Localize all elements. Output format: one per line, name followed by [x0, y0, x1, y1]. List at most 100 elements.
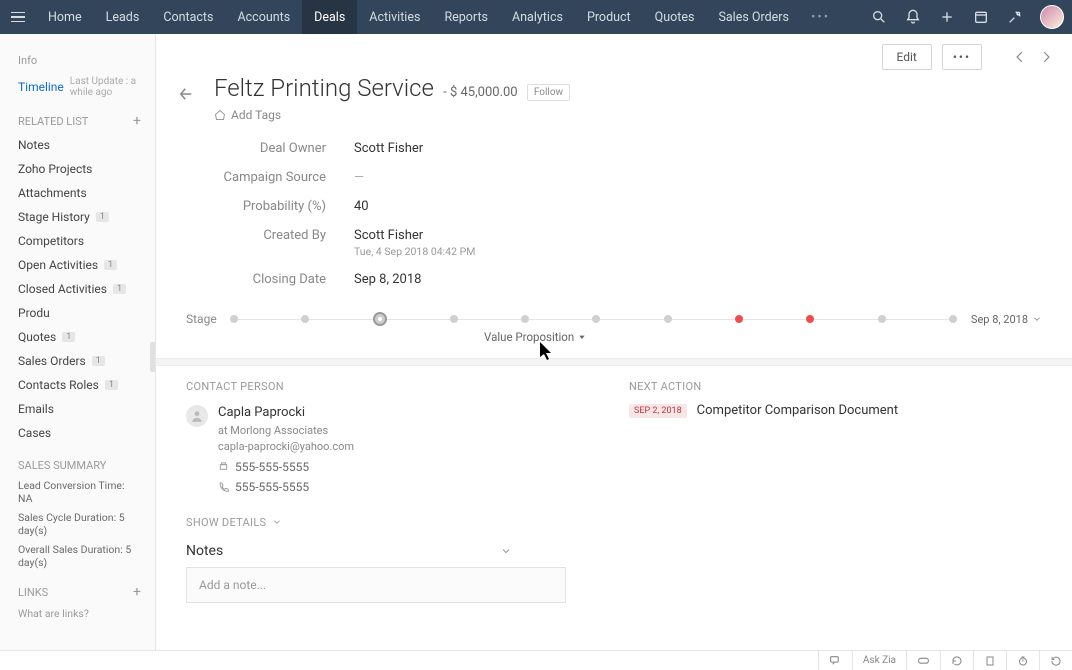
contact-phone-2[interactable]: 555-555-5555 [235, 478, 309, 496]
stage-closing-date[interactable]: Sep 8, 2018 [971, 313, 1042, 326]
avatar[interactable] [1040, 5, 1064, 29]
history-icon[interactable] [1039, 651, 1072, 670]
ask-zia[interactable]: Ask Zia [852, 651, 906, 670]
sidebar-item-attachments[interactable]: Attachments [0, 181, 155, 205]
plus-icon[interactable] [938, 8, 956, 26]
nav-analytics[interactable]: Analytics [500, 0, 575, 34]
back-button[interactable] [172, 80, 200, 108]
edit-button[interactable]: Edit [882, 44, 932, 70]
sidebar-item-notes[interactable]: Notes [0, 133, 155, 157]
stage-track[interactable] [230, 314, 957, 324]
sidebar-item-contacts-roles[interactable]: Contacts Roles1 [0, 373, 155, 397]
stage-dot[interactable] [521, 315, 529, 323]
field-value-deal-owner: Scott Fisher [354, 141, 423, 156]
tag-icon [214, 109, 226, 121]
stage-dot[interactable] [373, 312, 387, 326]
nav-home[interactable]: Home [36, 0, 94, 34]
contact-avatar-icon [186, 405, 208, 427]
sidebar-item-emails[interactable]: Emails [0, 397, 155, 421]
contact-email[interactable]: capla-paprocki@yahoo.com [218, 439, 354, 456]
field-label: Campaign Source [214, 170, 354, 185]
topbar-right [870, 5, 1064, 29]
phone-icon [218, 481, 229, 492]
stage-dot[interactable] [450, 315, 458, 323]
contact-company: at Morlong Associates [218, 423, 354, 440]
sidebar-item-stage-history[interactable]: Stage History1 [0, 205, 155, 229]
nav-deals[interactable]: Deals [302, 0, 357, 34]
clipboard-icon[interactable] [973, 651, 1006, 670]
stage-dot[interactable] [592, 315, 600, 323]
contact-phone-1[interactable]: 555-555-5555 [235, 458, 309, 476]
field-label: Created By [214, 228, 354, 258]
nav-activities[interactable]: Activities [357, 0, 432, 34]
sidebar-resize-handle[interactable] [150, 342, 156, 372]
stage-dot[interactable] [878, 315, 886, 323]
sidebar-item-produ[interactable]: Produ [0, 301, 155, 325]
next-action-title[interactable]: Competitor Comparison Document [697, 403, 898, 418]
calendar-icon[interactable] [972, 8, 990, 26]
stage-dot[interactable] [664, 315, 672, 323]
record-amount: - $ 45,000.00 [443, 85, 518, 100]
chevron-down-icon[interactable] [500, 545, 512, 557]
sidebar-item-quotes[interactable]: Quotes1 [0, 325, 155, 349]
stage-dot[interactable] [301, 315, 309, 323]
chevron-down-icon [1032, 314, 1042, 324]
nav-product[interactable]: Product [575, 0, 643, 34]
tools-icon[interactable] [1006, 8, 1024, 26]
field-value-probability: 40 [354, 199, 369, 214]
topbar: HomeLeadsContactsAccountsDealsActivities… [0, 0, 1072, 34]
prev-record-icon[interactable] [1012, 49, 1028, 65]
field-label: Closing Date [214, 272, 354, 287]
sidebar-item-zoho-projects[interactable]: Zoho Projects [0, 157, 155, 181]
stage-name[interactable]: Value Proposition [484, 326, 1072, 358]
sidebar-item-competitors[interactable]: Competitors [0, 229, 155, 253]
note-input[interactable]: Add a note... [186, 567, 566, 603]
sidebar-item-cases[interactable]: Cases [0, 421, 155, 445]
show-details-toggle[interactable]: SHOW DETAILS [156, 510, 1072, 543]
record-fields: Deal OwnerScott Fisher Campaign Source— … [156, 130, 1072, 304]
add-tags[interactable]: Add Tags [214, 108, 1054, 122]
sidebar-timeline-sub: Last Update : a while ago [70, 76, 137, 98]
contact-name[interactable]: Capla Paprocki [218, 403, 354, 423]
sidebar-item-closed-activities[interactable]: Closed Activities1 [0, 277, 155, 301]
sidebar-item-open-activities[interactable]: Open Activities1 [0, 253, 155, 277]
nav-more[interactable]: ••• [801, 10, 840, 25]
stage-dot[interactable] [806, 315, 814, 323]
follow-button[interactable]: Follow [527, 84, 570, 101]
sidebar: Info Timeline Last Update : a while ago … [0, 34, 156, 650]
contact-head: CONTACT PERSON [186, 380, 599, 393]
clock-icon[interactable] [1006, 651, 1039, 670]
nav-sales-orders[interactable]: Sales Orders [706, 0, 801, 34]
nav-contacts[interactable]: Contacts [151, 0, 225, 34]
bottombar: Ask Zia [0, 650, 1072, 670]
search-icon[interactable] [870, 8, 888, 26]
game-icon[interactable] [906, 651, 940, 670]
nav-leads[interactable]: Leads [94, 0, 152, 34]
field-label: Deal Owner [214, 141, 354, 156]
next-record-icon[interactable] [1038, 49, 1054, 65]
more-button[interactable]: ••• [942, 44, 982, 70]
add-related-icon[interactable]: + [133, 113, 141, 129]
add-link-icon[interactable]: + [133, 584, 141, 600]
nav-reports[interactable]: Reports [432, 0, 500, 34]
sidebar-item-sales-orders[interactable]: Sales Orders1 [0, 349, 155, 373]
sidebar-links-help[interactable]: What are links? [0, 604, 155, 623]
stage-dot[interactable] [735, 315, 743, 323]
hamburger-icon[interactable] [8, 9, 28, 26]
next-action-date: SEP 2, 2018 [629, 404, 687, 418]
refresh-icon[interactable] [940, 651, 973, 670]
stage-dot[interactable] [949, 315, 957, 323]
sidebar-links-head: LINKS + [0, 580, 155, 604]
bell-icon[interactable] [904, 8, 922, 26]
chevron-down-icon [272, 517, 282, 527]
field-value-closing-date: Sep 8, 2018 [354, 272, 421, 287]
main-nav: HomeLeadsContactsAccountsDealsActivities… [36, 0, 801, 34]
stage-dot[interactable] [230, 315, 238, 323]
summary-line: Lead Conversion Time: NA [0, 476, 155, 508]
notes-title: Notes [186, 543, 223, 559]
nav-quotes[interactable]: Quotes [643, 0, 707, 34]
nav-accounts[interactable]: Accounts [225, 0, 302, 34]
sidebar-timeline[interactable]: Timeline Last Update : a while ago [0, 71, 155, 103]
chat-icon[interactable] [818, 651, 852, 670]
next-action-section: NEXT ACTION SEP 2, 2018 Competitor Compa… [629, 380, 1042, 496]
